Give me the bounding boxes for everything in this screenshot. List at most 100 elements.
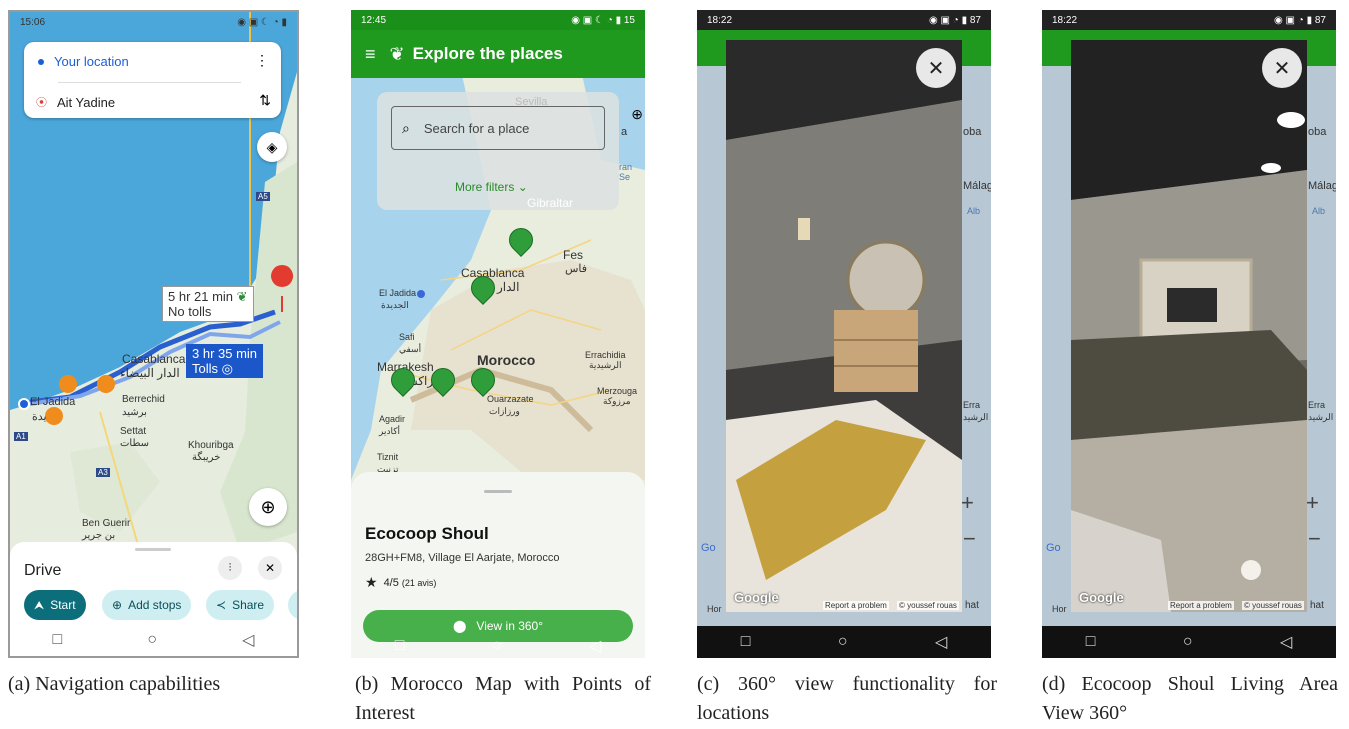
map-label-a: a [621, 126, 628, 138]
photo-credit[interactable]: © youssef rouas [897, 601, 959, 610]
route-alt-time: 3 hr 35 min [192, 346, 258, 361]
bg-zoom-out-icon: − [1308, 526, 1321, 551]
status-icons: ◉ ▣ ☾ ◔ ▮ 15 [571, 14, 635, 26]
navigation-arrow-icon: ⮝ [34, 597, 45, 612]
start-button[interactable]: ⮝ Start [24, 590, 86, 620]
destination-row[interactable]: ⦿ Ait Yadine [36, 94, 115, 110]
more-filters-button[interactable]: More filters ⌄ [455, 180, 528, 194]
swap-icon[interactable]: ⇅ [259, 92, 271, 109]
status-bar: 12:45 ◉ ▣ ☾ ◔ ▮ 15 [351, 10, 645, 30]
caption-d: (d) Ecocoop Shoul Living Area View 360° [1042, 673, 1338, 724]
bg-zoom-out-icon: − [963, 526, 976, 551]
origin-row[interactable]: Your location [38, 54, 129, 69]
status-time: 15:06 [20, 16, 46, 28]
search-input[interactable]: Search for a place [424, 121, 530, 136]
map-label-agadir: Agadir [379, 414, 406, 424]
destination-field[interactable]: Ait Yadine [57, 95, 115, 110]
route-options-button[interactable]: ⫶ [218, 556, 242, 580]
crosshair-icon: ⊕ [260, 496, 276, 517]
status-icons: ◉ ▣ ☾ ◔ ▮ [237, 16, 287, 28]
bedroom-360-view [726, 40, 962, 612]
divider [58, 82, 241, 83]
route-primary-callout[interactable]: 5 hr 21 min ❦ No tolls [162, 286, 254, 322]
report-problem-link[interactable]: Report a problem [1168, 601, 1234, 610]
report-problem-link[interactable]: Report a problem [823, 601, 889, 610]
map-label-sevilla: Sevilla [515, 96, 548, 108]
rating-value: 4/5 [383, 576, 399, 589]
road-shield-a3: A3 [96, 468, 110, 477]
bg-label-ho: Hor [1052, 604, 1067, 614]
close-button[interactable]: ✕ [258, 556, 282, 580]
search-panel: ⌕ Search for a place More filters ⌄ [377, 92, 619, 210]
map-label-gibraltar: Gibraltar [527, 196, 574, 210]
caption-b: (b) Morocco Map with Points of Interest [355, 673, 651, 724]
map-label-merzouga-ar: مرزوكة [603, 396, 631, 406]
route-primary-note: No tolls [168, 304, 212, 319]
menu-icon[interactable]: ≡ [365, 44, 376, 65]
leaf-icon: ❦ [236, 289, 248, 304]
back-icon[interactable]: ◁ [935, 632, 947, 652]
map-label-ben-guerir: Ben Guerir [82, 518, 131, 529]
recents-icon[interactable]: □ [53, 631, 63, 649]
place-address: 28GH+FM8, Village El Aarjate, Morocco [365, 552, 560, 564]
bg-zoom-in-icon: + [1306, 490, 1319, 515]
map-label-el-jadida-ar: الجديدة [381, 300, 409, 310]
add-stops-button[interactable]: ⊕ Add stops [102, 590, 192, 620]
back-icon[interactable]: ◁ [1280, 632, 1292, 652]
bg-label-oba: oba [963, 126, 982, 138]
photo-credit[interactable]: © youssef rouas [1242, 601, 1304, 610]
layers-button[interactable]: ◈ [257, 132, 287, 162]
app-bar: ≡ ❦ Explore the places [351, 30, 645, 78]
status-time: 12:45 [361, 14, 387, 26]
home-icon[interactable]: ○ [1183, 633, 1193, 651]
drag-handle[interactable] [135, 548, 171, 551]
bg-label-ho: Hor [707, 604, 722, 614]
map-label-settat-ar: سطات [120, 438, 150, 449]
recents-icon[interactable]: □ [741, 633, 751, 651]
home-icon[interactable]: ○ [838, 633, 848, 651]
share-label: Share [232, 598, 265, 612]
status-bar: 18:22 ◉ ▣ ◔ ▮ 87 [697, 10, 991, 30]
route-card: Your location ⦿ Ait Yadine ⋮ ⇅ [24, 42, 281, 118]
map-label-settat: Settat [120, 426, 147, 437]
more-options-icon[interactable]: ⋮ [255, 52, 269, 69]
bg-label-rrach: الرشيد [1308, 412, 1334, 422]
drag-handle[interactable] [484, 490, 512, 493]
share-button[interactable]: ≺ Share [206, 590, 275, 620]
caption-c: (c) 360° view functionality for location… [697, 673, 997, 724]
bg-label-go: Go [701, 542, 716, 554]
sheet-title: Drive [24, 562, 62, 579]
android-nav-bar: □ ○ ◁ [351, 630, 645, 658]
layers-icon: ◈ [266, 138, 278, 155]
back-icon[interactable]: ◁ [589, 636, 601, 656]
route-alt-callout[interactable]: 3 hr 35 min Tolls ◎ [186, 344, 264, 378]
home-icon[interactable]: ○ [492, 637, 502, 655]
battery-level: 15 [623, 14, 635, 26]
my-location-icon[interactable]: ⊕ [631, 106, 643, 123]
add-stop-icon: ⊕ [112, 598, 123, 612]
map-label-ben-guerir-ar: بن جرير [82, 530, 116, 541]
android-nav-bar: □ ○ ◁ [697, 626, 991, 658]
map-label-el-jadida: El Jadida [379, 288, 417, 298]
app-title: Explore the places [412, 44, 563, 63]
map-label-merzouga: Merzouga [597, 386, 638, 396]
search-box[interactable]: ⌕ Search for a place [391, 106, 605, 150]
more-filters-label: More filters [455, 180, 515, 194]
map-label-berrechid-ar: برشيد [122, 407, 147, 418]
close-button[interactable]: ✕ [916, 48, 956, 88]
origin-field[interactable]: Your location [54, 54, 129, 69]
close-button[interactable]: ✕ [1262, 48, 1302, 88]
map-label-agadir-ar: أكادير [379, 426, 401, 436]
recents-icon[interactable]: □ [1086, 633, 1096, 651]
battery-level: 87 [969, 14, 981, 26]
map-label-casablanca: Casablanca [461, 266, 525, 280]
my-location-button[interactable]: ⊕ [249, 488, 287, 526]
home-icon[interactable]: ○ [147, 631, 157, 649]
back-icon[interactable]: ◁ [242, 630, 254, 650]
bg-zoom-in-icon: + [961, 490, 974, 515]
more-chip[interactable] [288, 590, 297, 620]
map-label-errachidia: Errachidia [585, 350, 626, 360]
recents-icon[interactable]: □ [395, 637, 405, 655]
map-label-khouribga-ar: خريبگة [192, 452, 221, 463]
status-bar: 15:06 ◉ ▣ ☾ ◔ ▮ [10, 12, 297, 32]
